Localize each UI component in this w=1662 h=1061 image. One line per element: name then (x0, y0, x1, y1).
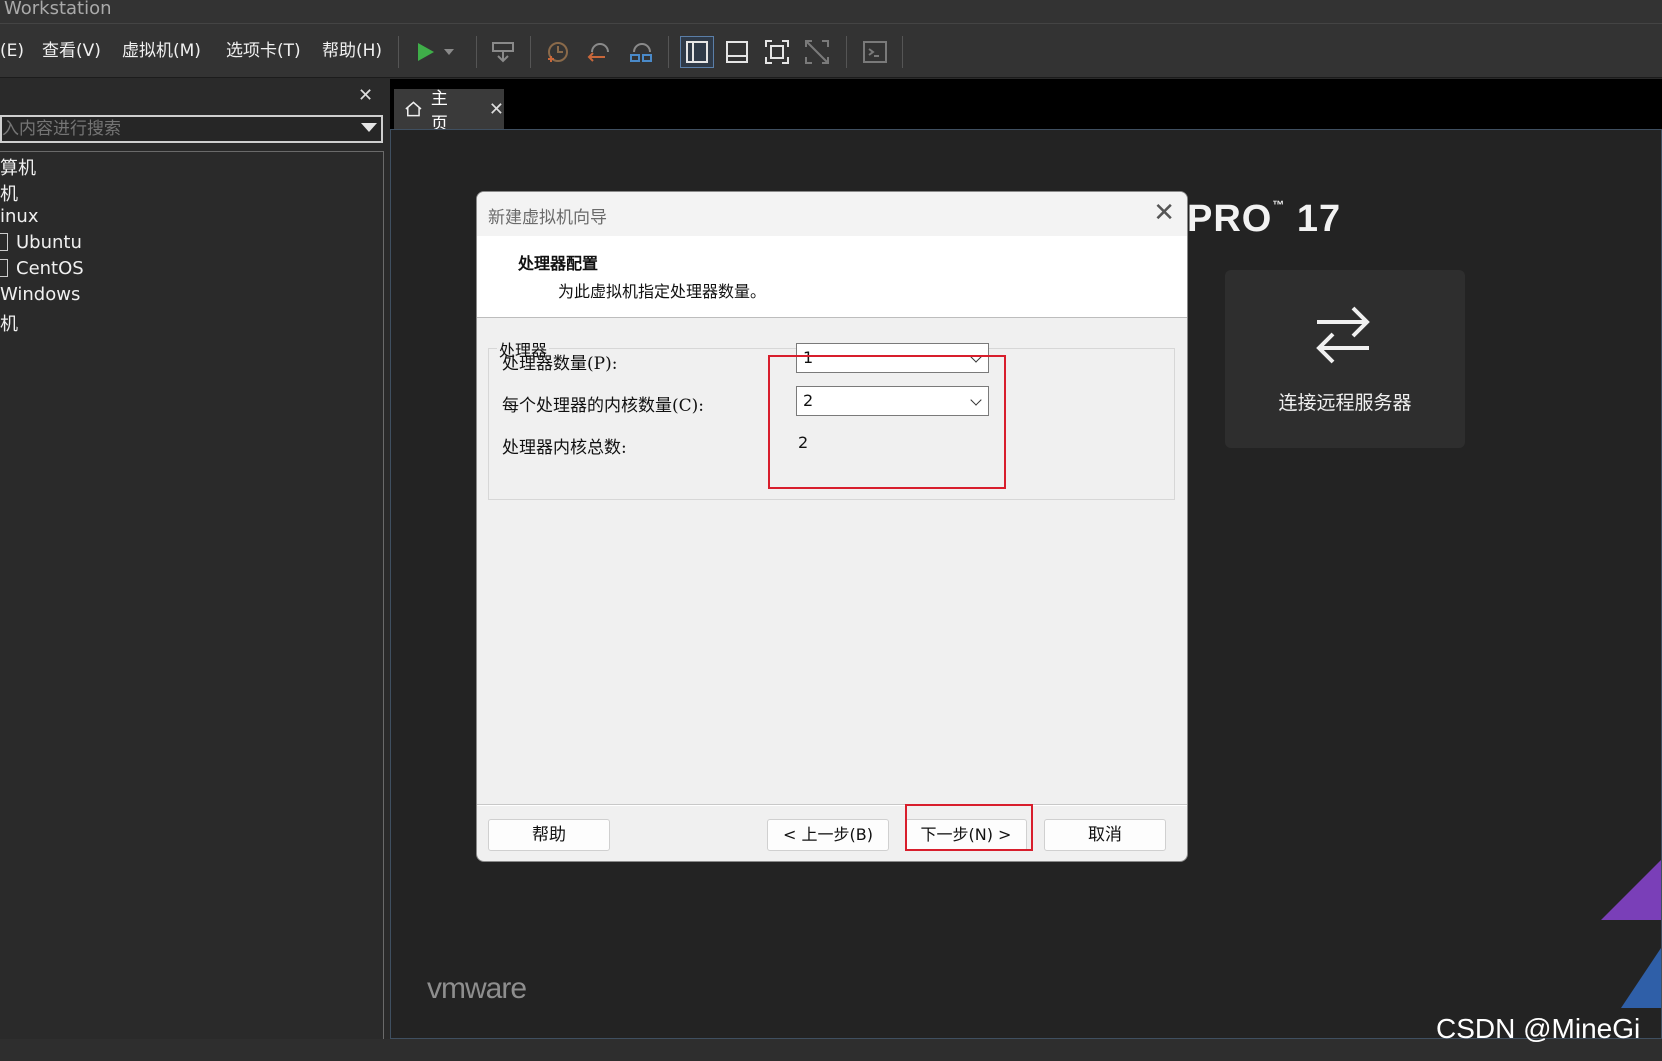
menu-toolbar: (E) 查看(V) 虚拟机(M) 选项卡(T) 帮助(H) (0, 24, 1662, 78)
dialog-header: 处理器配置 为此虚拟机指定处理器数量。 (477, 236, 1187, 318)
toolbar-separator (902, 36, 903, 68)
step-description: 为此虚拟机指定处理器数量。 (558, 282, 767, 301)
tree-item-vm[interactable]: 机 (0, 180, 18, 206)
highlight-box (768, 355, 1006, 489)
cancel-button[interactable]: 取消 (1044, 819, 1166, 851)
menu-tabs[interactable]: 选项卡(T) (226, 40, 301, 62)
sidebar-toggle-icon[interactable] (680, 36, 714, 68)
tree-item-centos[interactable]: CentOS (0, 258, 84, 279)
decorative-shape (1621, 948, 1661, 1008)
play-icon[interactable] (408, 36, 442, 68)
toolbar-separator (668, 36, 669, 68)
tree-item-windows[interactable]: Windows (0, 284, 80, 305)
brand-name: PRO (1187, 198, 1273, 240)
cores-label: 每个处理器的内核数量(C): (502, 396, 704, 416)
menu-help[interactable]: 帮助(H) (322, 40, 382, 62)
close-tab-icon[interactable]: ✕ (489, 99, 504, 120)
watermark: CSDN @MineGi (1436, 1013, 1641, 1044)
home-icon (405, 101, 422, 117)
tree-item-my-computer[interactable]: 算机 (0, 154, 36, 180)
menu-edit[interactable]: (E) (0, 40, 24, 62)
tree-item-label: Ubuntu (16, 232, 82, 253)
step-heading: 处理器配置 (518, 254, 599, 273)
menu-vm[interactable]: 虚拟机(M) (122, 40, 201, 62)
tab-home[interactable]: 主页 ✕ (394, 89, 504, 134)
thumbnail-bar-icon[interactable] (720, 36, 754, 68)
card-label: 连接远程服务器 (1278, 392, 1412, 414)
tree-item-vm-2[interactable]: 机 (0, 310, 18, 336)
toolbar-separator (398, 36, 399, 68)
swap-arrows-icon (1316, 306, 1370, 364)
tree-item-label: Windows (0, 284, 81, 305)
dialog-title-bar: 新建虚拟机向导 ✕ (477, 192, 1187, 236)
connect-remote-server-card[interactable]: 连接远程服务器 (1225, 270, 1465, 448)
library-tree: 算机 机 inux Ubuntu CentOS Windows 机 (0, 151, 384, 1039)
vm-icon (0, 259, 8, 277)
console-icon[interactable] (858, 36, 892, 68)
search-dropdown-icon[interactable] (361, 123, 377, 132)
unity-icon[interactable] (800, 36, 834, 68)
vmware-logo: vmware (427, 972, 527, 1005)
brand-version: 17 (1296, 198, 1342, 240)
processors-label: 处理器数量(P): (502, 354, 618, 374)
window-title: Workstation (4, 0, 112, 19)
help-button[interactable]: 帮助 (488, 819, 610, 851)
close-icon[interactable]: ✕ (1153, 198, 1175, 228)
back-button[interactable]: < 上一步(B) (767, 819, 889, 851)
menu-view[interactable]: 查看(V) (42, 40, 101, 62)
new-vm-wizard-dialog: 新建虚拟机向导 ✕ 处理器配置 为此虚拟机指定处理器数量。 处理器 处理器数量(… (476, 191, 1188, 862)
library-search[interactable] (0, 115, 383, 143)
decorative-shape (1601, 860, 1661, 920)
search-input[interactable] (2, 117, 342, 141)
play-dropdown-icon[interactable] (438, 36, 460, 68)
tree-item-label: inux (0, 206, 39, 227)
suspend-icon[interactable] (486, 36, 520, 68)
tree-item-label: 算机 (0, 158, 36, 179)
tab-label: 主页 (430, 89, 448, 134)
toolbar-separator (846, 36, 847, 68)
vm-icon (0, 233, 8, 251)
total-cores-label: 处理器内核总数: (502, 438, 627, 458)
highlight-box (905, 804, 1033, 851)
tree-item-linux[interactable]: inux (0, 206, 38, 227)
title-bar: Workstation (0, 0, 1662, 24)
toolbar-separator (476, 36, 477, 68)
tree-item-label: 机 (0, 184, 18, 205)
close-icon[interactable]: ✕ (358, 85, 373, 106)
tree-item-label: CentOS (16, 258, 84, 279)
fullscreen-icon[interactable] (760, 36, 794, 68)
brand-tm: ™ (1272, 198, 1286, 212)
status-bar (0, 1039, 1662, 1061)
toolbar-separator (530, 36, 531, 68)
snapshot-icon[interactable] (540, 36, 574, 68)
tree-item-ubuntu[interactable]: Ubuntu (0, 232, 82, 253)
library-sidebar: ✕ 算机 机 inux Ubuntu CentOS Windows 机 (0, 79, 386, 1039)
dialog-footer-divider (477, 804, 1187, 806)
snapshot-manager-icon[interactable] (624, 36, 658, 68)
product-brand: PRO™ 17 (1187, 198, 1341, 241)
tree-item-label: 机 (0, 314, 18, 335)
revert-snapshot-icon[interactable] (582, 36, 616, 68)
dialog-title: 新建虚拟机向导 (488, 208, 607, 228)
